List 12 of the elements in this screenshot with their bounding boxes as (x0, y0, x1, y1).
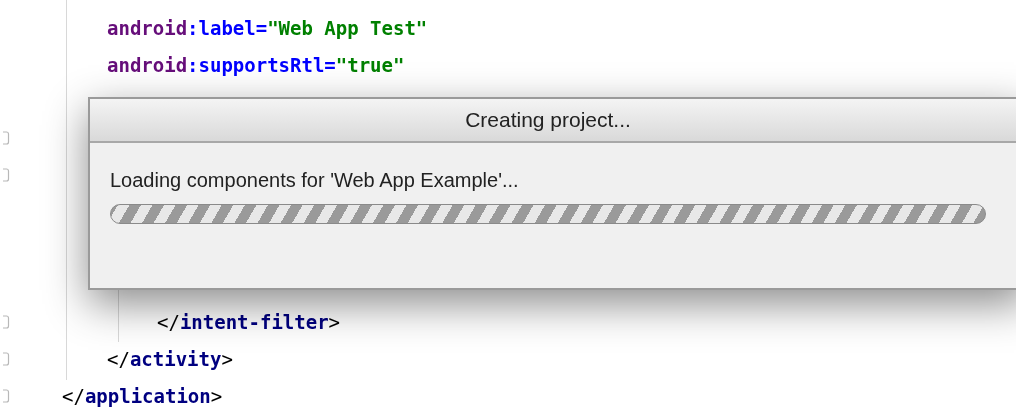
code-line: android:label="Web App Test" (107, 16, 428, 41)
code-line: </intent-filter> (157, 310, 341, 336)
code-line: </activity> (107, 347, 233, 373)
code-line: </application> (62, 384, 223, 409)
dialog-title: Creating project... (465, 108, 631, 132)
fold-marker-icon[interactable] (2, 315, 10, 330)
fold-marker-icon[interactable] (2, 389, 10, 403)
fold-marker-icon[interactable] (2, 131, 10, 146)
fold-marker-icon[interactable] (2, 352, 10, 367)
code-line: android:supportsRtl="true" (107, 52, 405, 78)
status-message: Loading components for 'Web App Example'... (110, 169, 520, 192)
fold-marker-icon[interactable] (2, 168, 10, 183)
